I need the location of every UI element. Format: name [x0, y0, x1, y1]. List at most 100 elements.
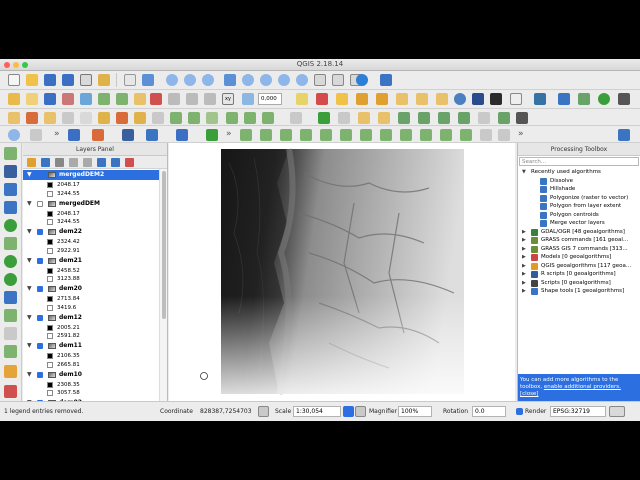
layer-visibility-checkbox[interactable] [37, 314, 43, 321]
cut-features-icon[interactable] [168, 93, 180, 105]
render-checkbox[interactable] [516, 408, 523, 415]
delete-selected-icon[interactable] [150, 93, 162, 105]
magnifier-field[interactable]: 100% [398, 406, 432, 417]
layer-row[interactable]: ▼ dem10 [23, 370, 159, 380]
new-map-view-icon[interactable] [314, 74, 326, 86]
algorithm-item[interactable]: Polygonize (raster to vector) [518, 194, 640, 203]
add-ring-icon[interactable] [80, 112, 92, 124]
remove-layer-icon[interactable] [125, 158, 134, 167]
save-as-icon[interactable] [62, 74, 74, 86]
map-canvas[interactable] [169, 143, 515, 401]
add-db2-layer-icon[interactable] [4, 327, 17, 340]
raster-tool-icon[interactable] [472, 93, 484, 105]
enable-tracing-icon[interactable] [242, 93, 254, 105]
provider-item[interactable]: ▶ Scripts [0 geoalgorithms] [518, 279, 640, 288]
collapse-arrow-icon[interactable]: ▶ [522, 236, 526, 245]
layer-row[interactable]: ▼ dem22 [23, 227, 159, 237]
collapse-arrow-icon[interactable]: ▶ [522, 245, 526, 254]
layer-row[interactable]: ▼ dem20 [23, 284, 159, 294]
expand-arrow-icon[interactable]: ▼ [27, 256, 32, 266]
add-wcs-layer-icon[interactable] [4, 255, 17, 268]
select-by-area-icon[interactable] [30, 129, 42, 141]
zoom-last-icon[interactable] [278, 74, 290, 86]
crs-button[interactable]: EPSG:32719 [550, 406, 606, 417]
lock-scale-icon[interactable] [355, 406, 366, 417]
advanced-edit-3-icon[interactable] [336, 93, 348, 105]
vector-tool-2-icon[interactable] [260, 129, 272, 141]
diagram-icon[interactable] [418, 112, 430, 124]
zoom-to-selection-icon[interactable] [242, 74, 254, 86]
provider-item[interactable]: ▶ QGIS geoalgorithms [117 geoa... [518, 262, 640, 271]
map-tips-icon[interactable] [176, 129, 188, 141]
offset-curve-icon[interactable] [188, 112, 200, 124]
expand-arrow-icon[interactable]: ▼ [27, 199, 32, 209]
new-temporary-layer-icon[interactable] [4, 385, 17, 398]
open-project-icon[interactable] [26, 74, 38, 86]
layer-visibility-checkbox[interactable] [37, 371, 43, 378]
python-console-icon[interactable] [534, 93, 546, 105]
merge-features-icon[interactable] [226, 112, 238, 124]
vector-tool-1-icon[interactable] [240, 129, 252, 141]
add-oracle-layer-icon[interactable] [4, 309, 17, 322]
expand-arrow-icon[interactable]: ▼ [27, 341, 32, 351]
style-manager-icon[interactable] [27, 158, 36, 167]
raster-tool-2-icon[interactable] [490, 93, 502, 105]
layer-tree-scrollbar[interactable] [159, 169, 167, 401]
add-wfs-layer-icon[interactable] [4, 273, 17, 286]
add-raster-layer-icon[interactable] [4, 165, 17, 178]
more-tools-chevron-icon[interactable]: » [54, 129, 60, 139]
zoom-native-icon[interactable] [202, 74, 214, 86]
label-move-icon[interactable] [358, 112, 370, 124]
new-shapefile-icon[interactable] [4, 345, 17, 358]
label-show-icon[interactable] [338, 112, 350, 124]
csv-icon[interactable] [510, 93, 522, 105]
undo-icon[interactable] [8, 112, 20, 124]
plugin-3-icon[interactable] [598, 93, 610, 105]
provider-item[interactable]: ▶ GRASS GIS 7 commands [313... [518, 245, 640, 254]
provider-item[interactable]: ▶ GDAL/OGR [48 geoalgorithms] [518, 228, 640, 237]
collapse-arrow-icon[interactable]: ▶ [522, 253, 526, 262]
expand-arrow-icon[interactable]: ▼ [27, 313, 32, 323]
layer-visibility-checkbox[interactable] [37, 200, 43, 207]
add-wms-layer-icon[interactable] [4, 219, 17, 232]
add-feature-icon[interactable] [62, 93, 74, 105]
advanced-edit-8-icon[interactable] [436, 93, 448, 105]
layer-visibility-checkbox[interactable] [37, 172, 43, 178]
collapse-arrow-icon[interactable]: ▶ [522, 228, 526, 237]
refresh-icon[interactable] [356, 74, 368, 86]
grid-icon[interactable] [516, 112, 528, 124]
collapse-arrow-icon[interactable]: ▶ [522, 270, 526, 279]
coordinate-value[interactable]: 828387,7254703 [200, 408, 256, 415]
identify-icon[interactable] [8, 129, 20, 141]
collapse-arrow-icon[interactable]: ▶ [522, 262, 526, 271]
fill-ring-icon[interactable] [116, 112, 128, 124]
scale-field[interactable]: 1:30,054 [293, 406, 341, 417]
globe-icon[interactable] [454, 93, 466, 105]
zoom-in-icon[interactable] [166, 74, 178, 86]
manage-themes-icon[interactable] [55, 158, 64, 167]
new-project-icon[interactable] [8, 74, 20, 86]
close-info-link[interactable]: [close] [520, 391, 538, 397]
expand-arrow-icon[interactable]: ▼ [522, 168, 526, 177]
plugin-icon[interactable] [558, 93, 570, 105]
scale-dropdown-icon[interactable] [343, 406, 354, 417]
rotate-icon[interactable] [44, 112, 56, 124]
pan-to-selection-icon[interactable] [142, 74, 154, 86]
vector-tool-9-icon[interactable] [400, 129, 412, 141]
rotate-symbols-icon[interactable] [262, 112, 274, 124]
measure-icon[interactable] [146, 129, 158, 141]
save-layer-edits-icon[interactable] [44, 93, 56, 105]
snap-to-grid-icon[interactable] [498, 112, 510, 124]
advanced-edit-6-icon[interactable] [396, 93, 408, 105]
toggle-editing-icon[interactable] [26, 93, 38, 105]
more-vector-tools-chevron-icon[interactable]: » [518, 129, 524, 139]
layer-row[interactable]: ▼ dem12 [23, 313, 159, 323]
snapping-icon[interactable] [438, 112, 450, 124]
enable-providers-link[interactable]: enable additional providers. [544, 384, 621, 390]
message-log-icon[interactable] [609, 406, 625, 417]
toggle-extents-icon[interactable] [258, 406, 269, 417]
split-features-icon[interactable] [206, 112, 218, 124]
avoid-intersections-icon[interactable] [478, 112, 490, 124]
label-toolbar-icon[interactable]: xy [222, 93, 234, 105]
label-pin-icon[interactable] [318, 112, 330, 124]
